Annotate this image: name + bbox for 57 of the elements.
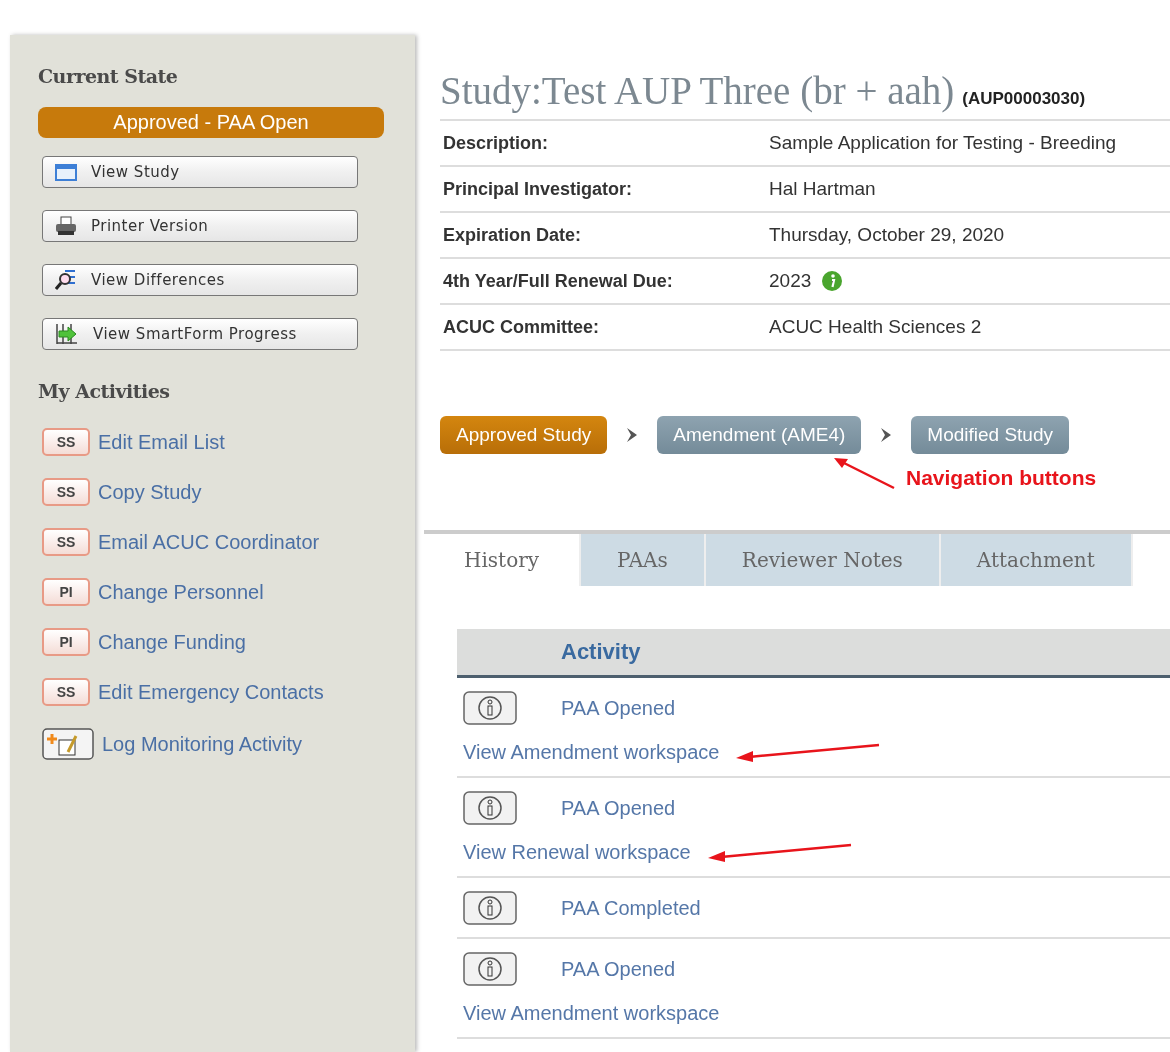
activity-link[interactable]: Email ACUC Coordinator: [98, 530, 320, 554]
tab[interactable]: PAAs: [581, 534, 706, 586]
field-label: Description:: [443, 132, 549, 154]
info-button-icon: [463, 791, 517, 825]
window-icon: [55, 163, 77, 181]
role-badge: SS: [42, 478, 90, 506]
workspace-link[interactable]: View Amendment workspace: [463, 741, 720, 764]
role-badge: PI: [42, 628, 90, 656]
study-id: (AUP00003030): [962, 89, 1086, 109]
progress-arrow-icon: [55, 323, 79, 345]
field-label: ACUC Committee:: [443, 316, 600, 338]
log-entry-icon: [42, 728, 94, 760]
sidebar-button[interactable]: Printer Version: [42, 210, 358, 242]
annotation-arrow: [832, 456, 896, 490]
field-label: 4th Year/Full Renewal Due:: [443, 270, 674, 292]
activity-link[interactable]: Edit Emergency Contacts: [98, 680, 324, 704]
magnifier-icon: [55, 269, 77, 291]
navigation-button[interactable]: Amendment (AME4): [657, 416, 862, 454]
annotation-label: Navigation buttons: [906, 466, 1097, 490]
study-title: Study:Test AUP Three (br + aah): [440, 68, 955, 113]
sidebar-button[interactable]: View SmartForm Progress: [42, 318, 358, 350]
workspace-link[interactable]: View Renewal workspace: [463, 841, 691, 864]
role-badge: SS: [42, 528, 90, 556]
status-badge: Approved - PAA Open: [38, 107, 384, 138]
activity-link[interactable]: PAA Opened: [561, 696, 676, 720]
activity-link[interactable]: Change Funding: [98, 630, 246, 654]
navigation-button[interactable]: Modified Study: [911, 416, 1069, 454]
info-button-icon: [463, 952, 517, 986]
section-heading: Current State: [38, 65, 178, 87]
role-badge: SS: [42, 428, 90, 456]
activity-link[interactable]: Edit Email List: [98, 430, 225, 454]
workspace-link[interactable]: View Amendment workspace: [463, 1002, 720, 1025]
info-button-icon: [463, 691, 517, 725]
role-badge: SS: [42, 678, 90, 706]
tab[interactable]: Reviewer Notes: [705, 534, 941, 586]
activity-link[interactable]: Change Personnel: [98, 580, 264, 604]
info-button-icon: [463, 891, 517, 925]
field-label: Expiration Date:: [443, 224, 583, 246]
column-header: Activity: [561, 639, 641, 665]
activity-link[interactable]: PAA Opened: [561, 796, 676, 820]
field-value: Sample Application for Testing - Breeding: [769, 132, 1117, 154]
field-value: 2023: [769, 270, 812, 292]
activity-link[interactable]: Copy Study: [98, 480, 202, 504]
printer-icon: [55, 216, 77, 236]
field-value: ACUC Health Sciences 2: [769, 316, 982, 338]
sidebar-button[interactable]: View Differences: [42, 264, 358, 296]
activity-link[interactable]: Log Monitoring Activity: [102, 732, 303, 756]
sidebar-button[interactable]: View Study: [42, 156, 358, 188]
field-value: Hal Hartman: [769, 178, 876, 200]
activity-link[interactable]: PAA Opened: [561, 957, 676, 981]
navigation-button[interactable]: Approved Study: [440, 416, 608, 454]
field-value: Thursday, October 29, 2020: [769, 224, 1005, 246]
activity-link[interactable]: PAA Completed: [561, 896, 701, 920]
section-heading: My Activities: [38, 380, 170, 402]
field-label: Principal Investigator:: [443, 178, 634, 200]
role-badge: PI: [42, 578, 90, 606]
tab[interactable]: Attachment: [940, 534, 1133, 586]
